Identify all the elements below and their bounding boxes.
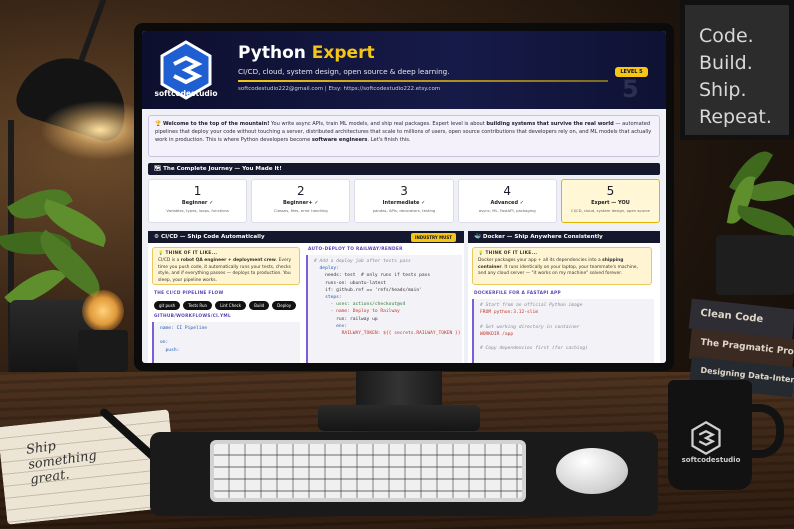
keyboard[interactable] [210,440,526,502]
docker-panel: 🐳 Docker — Ship Anywhere Consistently 💡 … [468,231,660,363]
intro-text: You write async APIs, train ML models, a… [269,121,487,127]
whale-icon: 🐳 [474,234,483,240]
intro-lead: Welcome to the top of the mountain! [162,121,270,127]
level-watermark: 5 [622,75,639,103]
deploy-code: # Add a deploy job after tests pass depl… [306,255,462,363]
ci-file-title: GITHUB/WORKFLOWS/CI.YML [154,314,232,319]
mug-logo-icon [691,420,721,456]
mug-brand: softcodestudio [681,456,741,464]
journey-step-current: 5 Expert — YOU CI/CD, cloud, system desi… [560,179,661,223]
pipeline-step: Build [249,301,270,310]
intro-callout: 🏆 Welcome to the top of the mountain! Yo… [148,115,660,157]
gear-icon: ⚙ [154,234,161,240]
motivational-poster: Code. Build. Ship. Repeat. [680,0,794,140]
intro-text: . Let's finish this. [367,137,411,144]
industry-badge: INDUSTRY MUST [410,233,456,242]
cicd-analogy-box: 💡 THINK OF IT LIKE... CI/CD is a robot Q… [152,247,300,285]
pipeline-step: Lint Check [215,301,247,310]
ci-yml-code: name: CI Pipeline on: push: [152,322,300,363]
screen: softcodestudio Python Expert CI/CD, clou… [142,31,666,363]
journey-step: 2 Beginner+ ✓ Classes, files, error hand… [251,179,351,223]
poster-line: Build. [699,52,753,74]
page-subtitle: CI/CD, cloud, system design, open source… [238,67,450,76]
docker-header: 🐳 Docker — Ship Anywhere Consistently [468,231,660,243]
orb-lamp-base [78,330,128,372]
logo-wordmark: softcodestudio [154,89,218,98]
dockerfile-code: # Start from an official Python image FRO… [472,299,654,363]
page-title: Python Expert [238,43,375,63]
pipeline-flow-title: THE CI/CD PIPELINE FLOW [154,291,224,296]
poster-line: Ship. [699,79,747,101]
poster-line: Code. [699,25,754,47]
journey-step: 3 Intermediate ✓ pandas, APIs, decorator… [354,179,454,223]
intro-emphasis: software engineers [311,137,368,144]
pipeline-step: git push [154,301,181,310]
journey-step: 1 Beginner ✓ Variables, types, loops, fu… [148,179,248,223]
pipeline-step: Tests Run [183,301,213,310]
notebook-handwriting: Ship something great. [25,438,98,488]
cicd-header: ⚙ CI/CD — Ship Code Automatically INDUSTR… [148,231,464,243]
intro-emphasis: building systems that survive the real w… [486,121,614,127]
trophy-icon: 🏆 [155,121,162,127]
right-plant-pot [716,235,794,295]
contact-line: softcodestudio222@gmail.com | Etsy: http… [238,86,441,92]
journey-header: 🗺 The Complete Journey — You Made It! [148,163,660,175]
pipeline-step: Deploy [272,301,297,310]
cicd-panel: ⚙ CI/CD — Ship Code Automatically INDUSTR… [148,231,464,363]
mouse[interactable] [556,448,628,494]
journey-step: 4 Advanced ✓ async, ML, FastAPI, packagi… [457,179,557,223]
page-header: softcodestudio Python Expert CI/CD, clou… [142,31,666,109]
title-underline [238,80,608,82]
monitor: softcodestudio Python Expert CI/CD, clou… [134,23,674,371]
orb-lamp [82,290,124,332]
map-icon: 🗺 [154,166,164,172]
dockerfile-title: DOCKERFILE FOR A FASTAPI APP [474,291,561,296]
deploy-title: AUTO-DEPLOY TO RAILWAY/RENDER [308,247,403,252]
poster-line: Repeat. [699,106,772,128]
pipeline-flow: git push Tests Run Lint Check Build Depl… [154,301,297,310]
monitor-stand-base [318,405,480,431]
docker-analogy-box: 💡 THINK OF IT LIKE... Docker packages yo… [472,247,652,285]
desk-scene: Code. Build. Ship. Repeat. Clean Code Th… [0,0,794,529]
keyboard-keys[interactable] [214,444,522,498]
journey-steps: 1 Beginner ✓ Variables, types, loops, fu… [148,179,661,223]
